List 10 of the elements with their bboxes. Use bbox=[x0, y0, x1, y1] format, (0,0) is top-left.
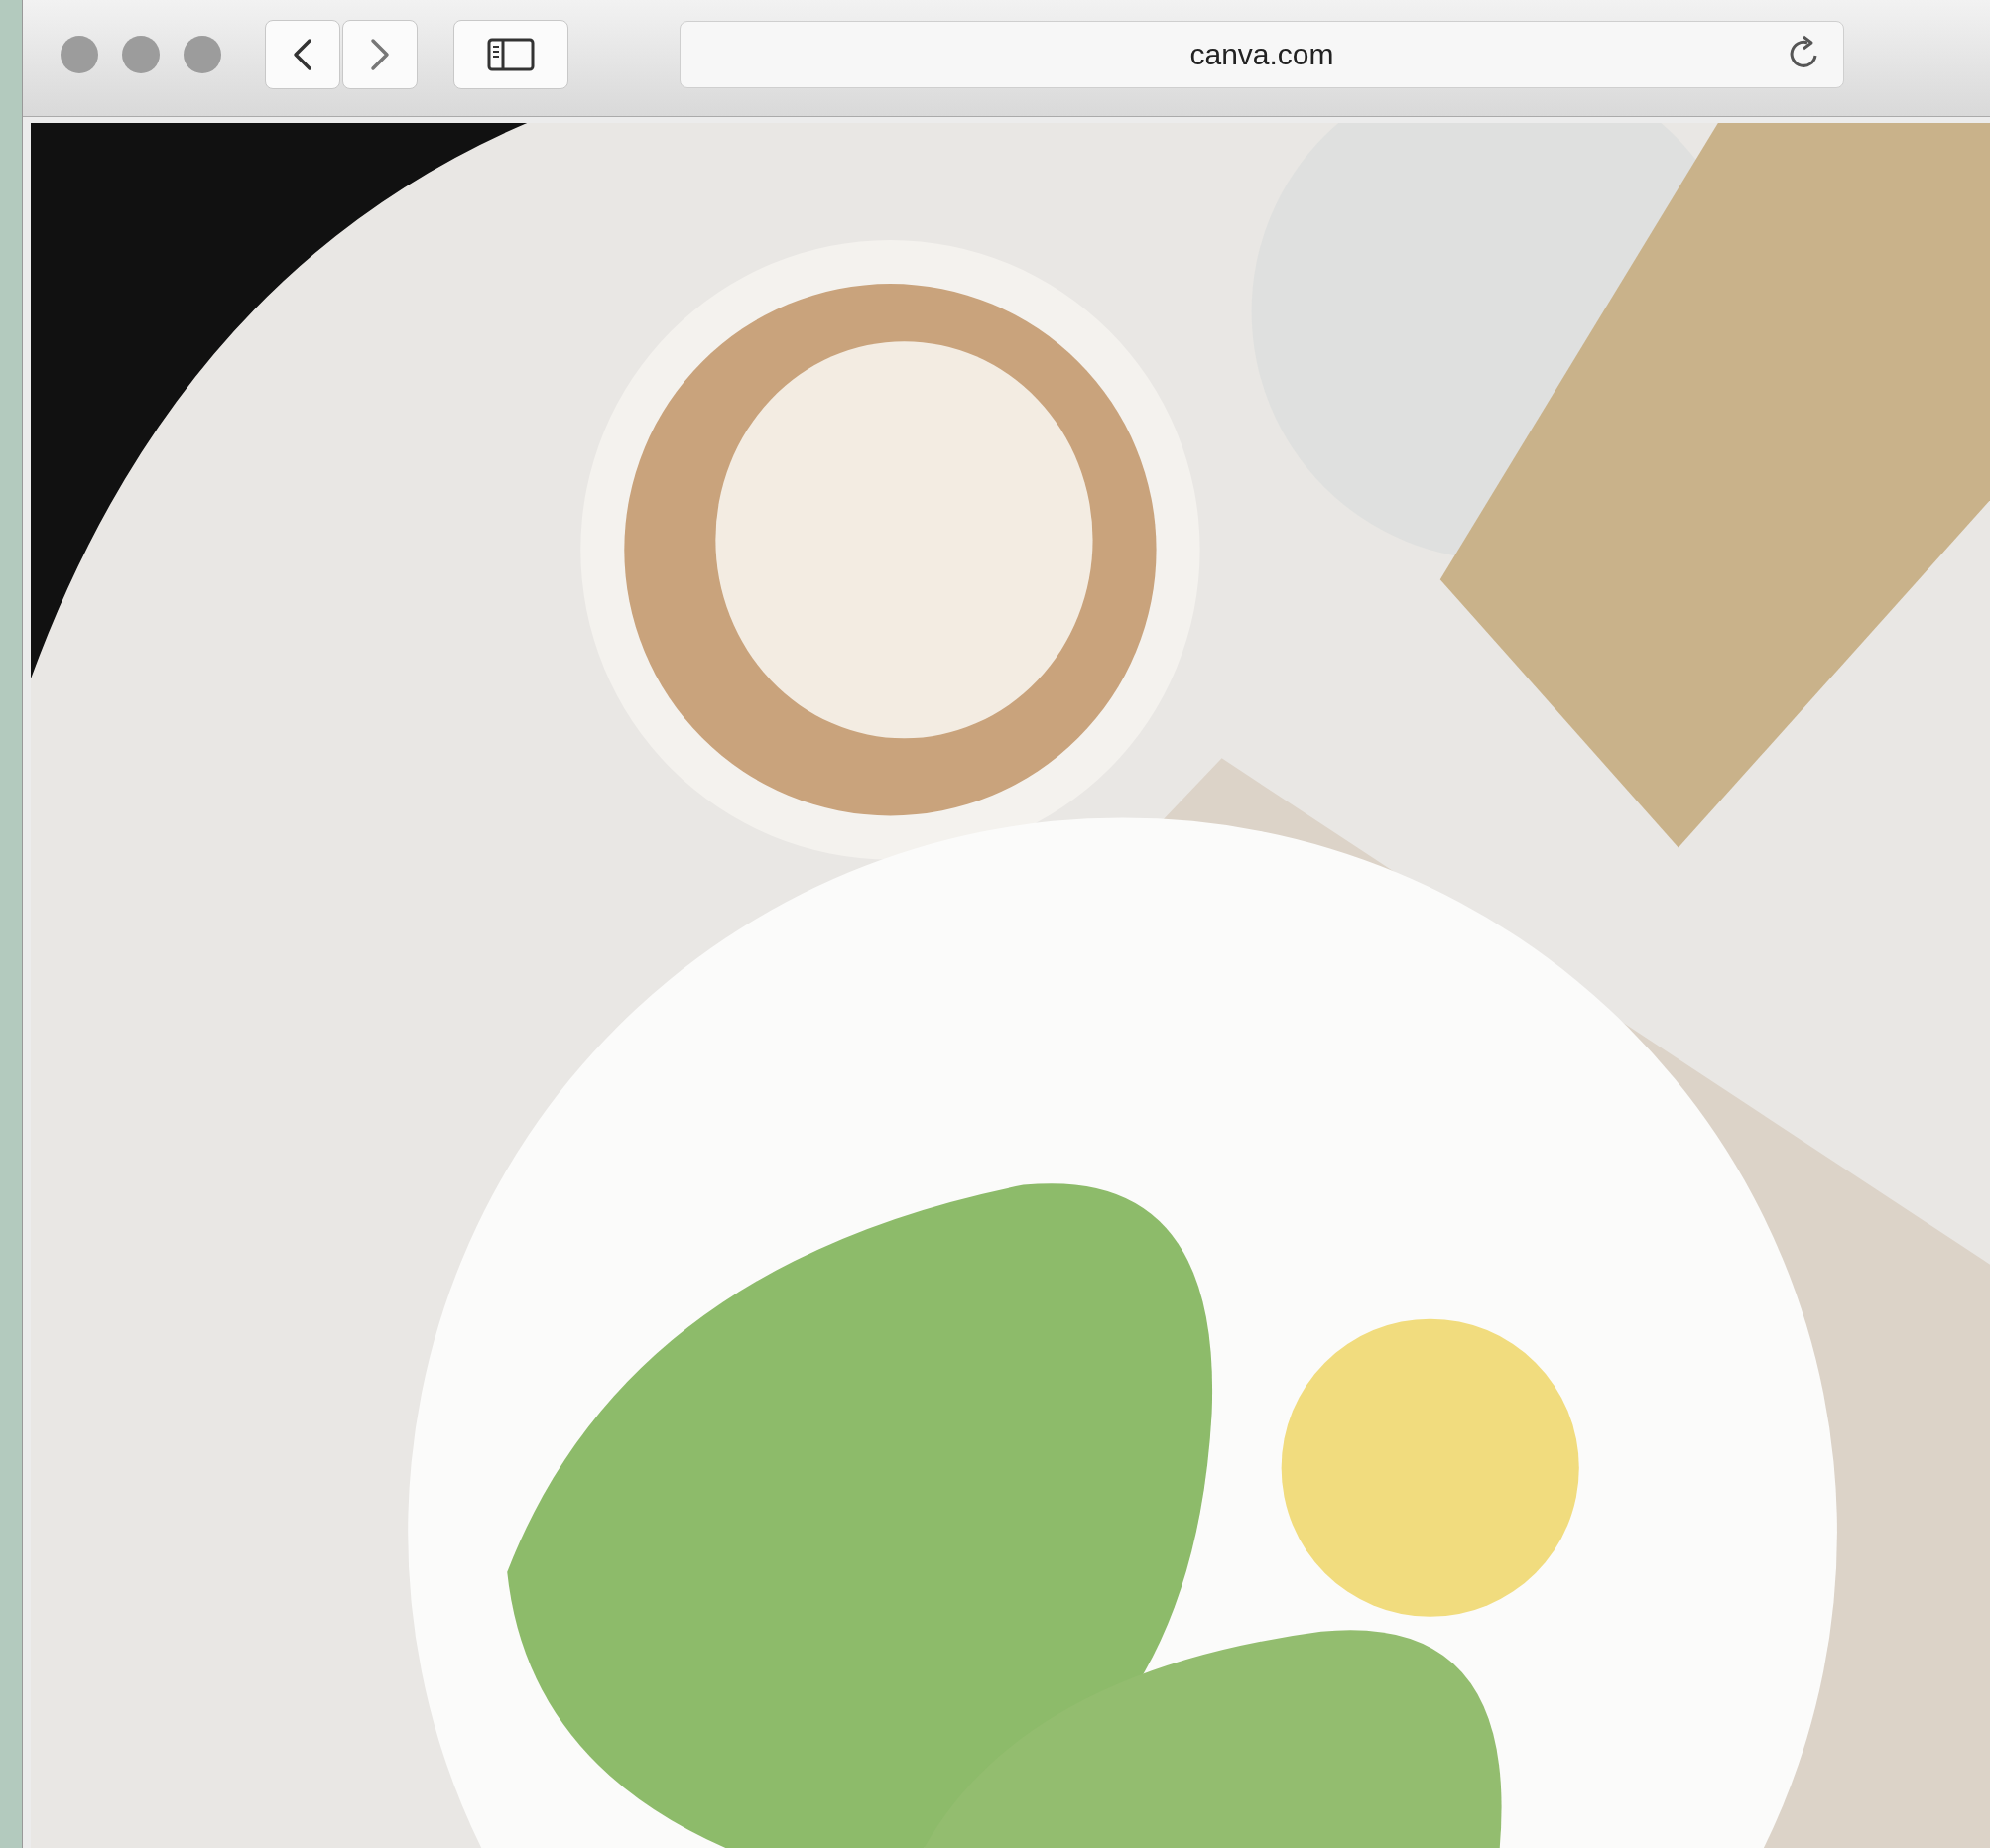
back-button[interactable] bbox=[265, 19, 340, 89]
minimize-button[interactable] bbox=[122, 35, 160, 73]
url-text: canva.com bbox=[1189, 37, 1334, 71]
address-bar[interactable]: canva.com bbox=[680, 20, 1844, 88]
chevron-right-icon bbox=[369, 37, 391, 71]
sidebar-button[interactable] bbox=[453, 19, 568, 89]
sidebar-icon bbox=[487, 37, 535, 71]
chevron-left-icon bbox=[292, 37, 313, 71]
zoom-button[interactable] bbox=[184, 35, 221, 73]
close-button[interactable] bbox=[61, 35, 98, 73]
